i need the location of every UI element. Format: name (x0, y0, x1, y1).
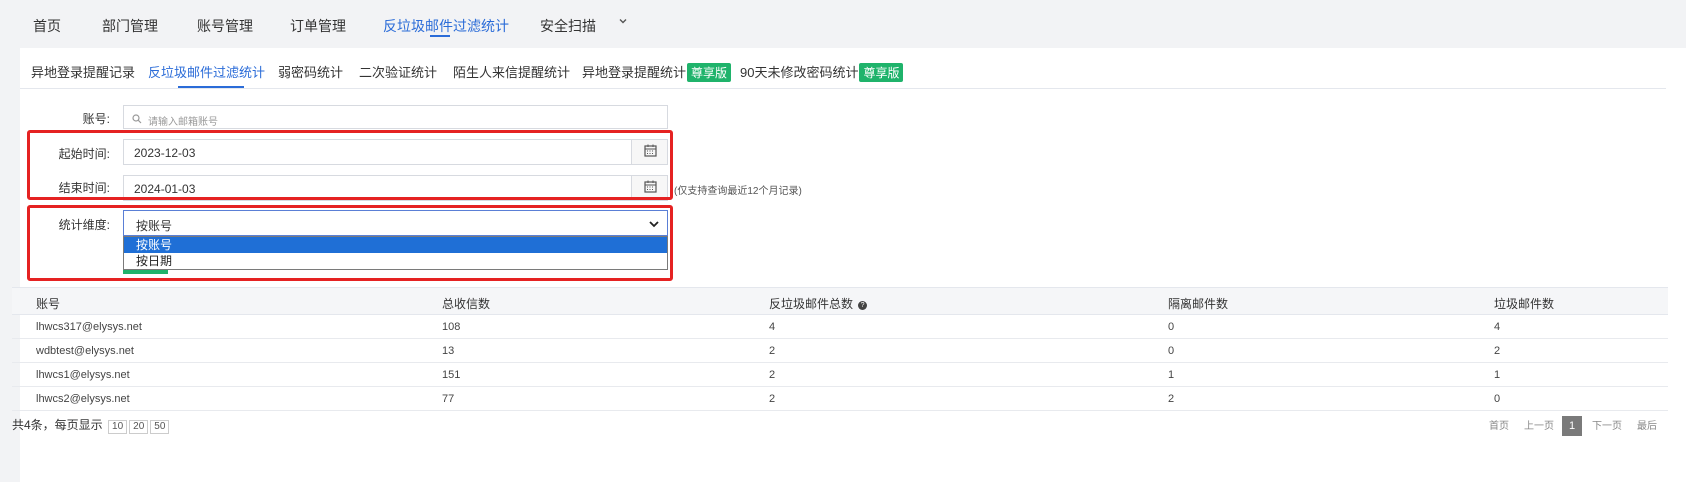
pager-first[interactable]: 首页 (1489, 417, 1509, 432)
account-label: 账号: (82, 112, 110, 126)
cell-quarantined: 0 (1168, 321, 1175, 333)
cell-spam: 0 (1494, 393, 1501, 405)
column-header-total-received: 总收信数 (442, 297, 491, 311)
cell-quarantined: 0 (1168, 345, 1175, 357)
date-range-highlight (27, 130, 673, 200)
page-size-50[interactable]: 50 (150, 420, 170, 434)
nav-active-indicator (430, 35, 450, 37)
cell-account: wdbtest@elysys.net (36, 345, 134, 357)
page-size-10[interactable]: 10 (108, 420, 128, 434)
subtab-remote-login-alert-stats[interactable]: 异地登录提醒统计 尊享版 (582, 62, 732, 82)
table-row: wdbtest@elysys.net 13 2 0 2 (12, 339, 1668, 363)
nav-item-antispam-stats[interactable]: 反垃圾邮件过滤统计 (383, 16, 509, 36)
subtab-label: 90天未修改密码统计 (740, 65, 859, 80)
cell-spam: 1 (1494, 369, 1501, 381)
search-icon (132, 113, 142, 124)
cell-total-received: 77 (442, 393, 455, 405)
subtab-2fa-stats[interactable]: 二次验证统计 (359, 62, 437, 81)
dimension-highlight (27, 205, 673, 281)
nav-item-departments[interactable]: 部门管理 (102, 16, 158, 36)
column-header-antispam-total: 反垃圾邮件总数? (769, 295, 868, 312)
cell-total-received: 151 (442, 369, 461, 381)
subtabs-divider (20, 88, 1666, 89)
record-count-text: 共4条，每页显示 (12, 418, 103, 432)
subtab-stranger-mail-stats[interactable]: 陌生人来信提醒统计 (453, 62, 570, 81)
table-header: 账号 总收信数 反垃圾邮件总数? 隔离邮件数 垃圾邮件数 (12, 287, 1668, 315)
cell-antispam-total: 2 (769, 345, 776, 357)
subtab-weak-password-stats[interactable]: 弱密码统计 (278, 62, 343, 81)
subtab-password-unchanged-stats[interactable]: 90天未修改密码统计 尊享版 (740, 62, 904, 82)
cell-quarantined: 2 (1168, 393, 1175, 405)
nav-item-home[interactable]: 首页 (33, 16, 61, 36)
pager-prev[interactable]: 上一页 (1524, 417, 1554, 432)
cell-total-received: 13 (442, 345, 455, 357)
premium-badge: 尊享版 (687, 63, 732, 82)
nav-item-security-scan[interactable]: 安全扫描 (540, 16, 596, 36)
column-header-label: 反垃圾邮件总数 (769, 297, 854, 311)
chevron-down-icon[interactable] (618, 16, 628, 29)
table-row: lhwcs317@elysys.net 108 4 0 4 (12, 315, 1668, 339)
table-summary: 共4条，每页显示 10 20 50 (12, 416, 170, 434)
top-navigation: 首页 部门管理 账号管理 订单管理 反垃圾邮件过滤统计 安全扫描 (0, 0, 1686, 48)
subtab-antispam-stats[interactable]: 反垃圾邮件过滤统计 (148, 62, 265, 81)
premium-badge: 尊享版 (859, 63, 904, 82)
subtab-label: 异地登录提醒统计 (582, 65, 687, 80)
cell-antispam-total: 2 (769, 393, 776, 405)
cell-total-received: 108 (442, 321, 461, 333)
cell-account: lhwcs2@elysys.net (36, 393, 130, 405)
help-icon[interactable]: ? (858, 301, 868, 310)
date-range-hint: (仅支持查询最近12个月记录) (674, 186, 802, 197)
cell-spam: 4 (1494, 321, 1501, 333)
cell-account: lhwcs1@elysys.net (36, 369, 130, 381)
pager-last[interactable]: 最后 (1637, 417, 1657, 432)
pager-current-page[interactable]: 1 (1562, 416, 1582, 436)
content-panel: 异地登录提醒记录 反垃圾邮件过滤统计 弱密码统计 二次验证统计 陌生人来信提醒统… (20, 48, 1686, 482)
nav-item-orders[interactable]: 订单管理 (290, 16, 346, 36)
cell-account: lhwcs317@elysys.net (36, 321, 142, 333)
nav-item-accounts[interactable]: 账号管理 (197, 16, 253, 36)
column-header-quarantined: 隔离邮件数 (1168, 297, 1229, 311)
column-header-account: 账号 (36, 297, 61, 311)
page-size-20[interactable]: 20 (129, 420, 149, 434)
cell-quarantined: 1 (1168, 369, 1175, 381)
table-row: lhwcs1@elysys.net 151 2 1 1 (12, 363, 1668, 387)
cell-antispam-total: 2 (769, 369, 776, 381)
subtab-remote-login-records[interactable]: 异地登录提醒记录 (31, 62, 135, 81)
table-row: lhwcs2@elysys.net 77 2 2 0 (12, 387, 1668, 411)
column-header-spam: 垃圾邮件数 (1494, 297, 1555, 311)
cell-antispam-total: 4 (769, 321, 776, 333)
account-search-input[interactable]: 请输入邮箱账号 (123, 105, 668, 129)
pager-next[interactable]: 下一页 (1592, 417, 1622, 432)
cell-spam: 2 (1494, 345, 1501, 357)
account-placeholder: 请输入邮箱账号 (148, 117, 218, 128)
